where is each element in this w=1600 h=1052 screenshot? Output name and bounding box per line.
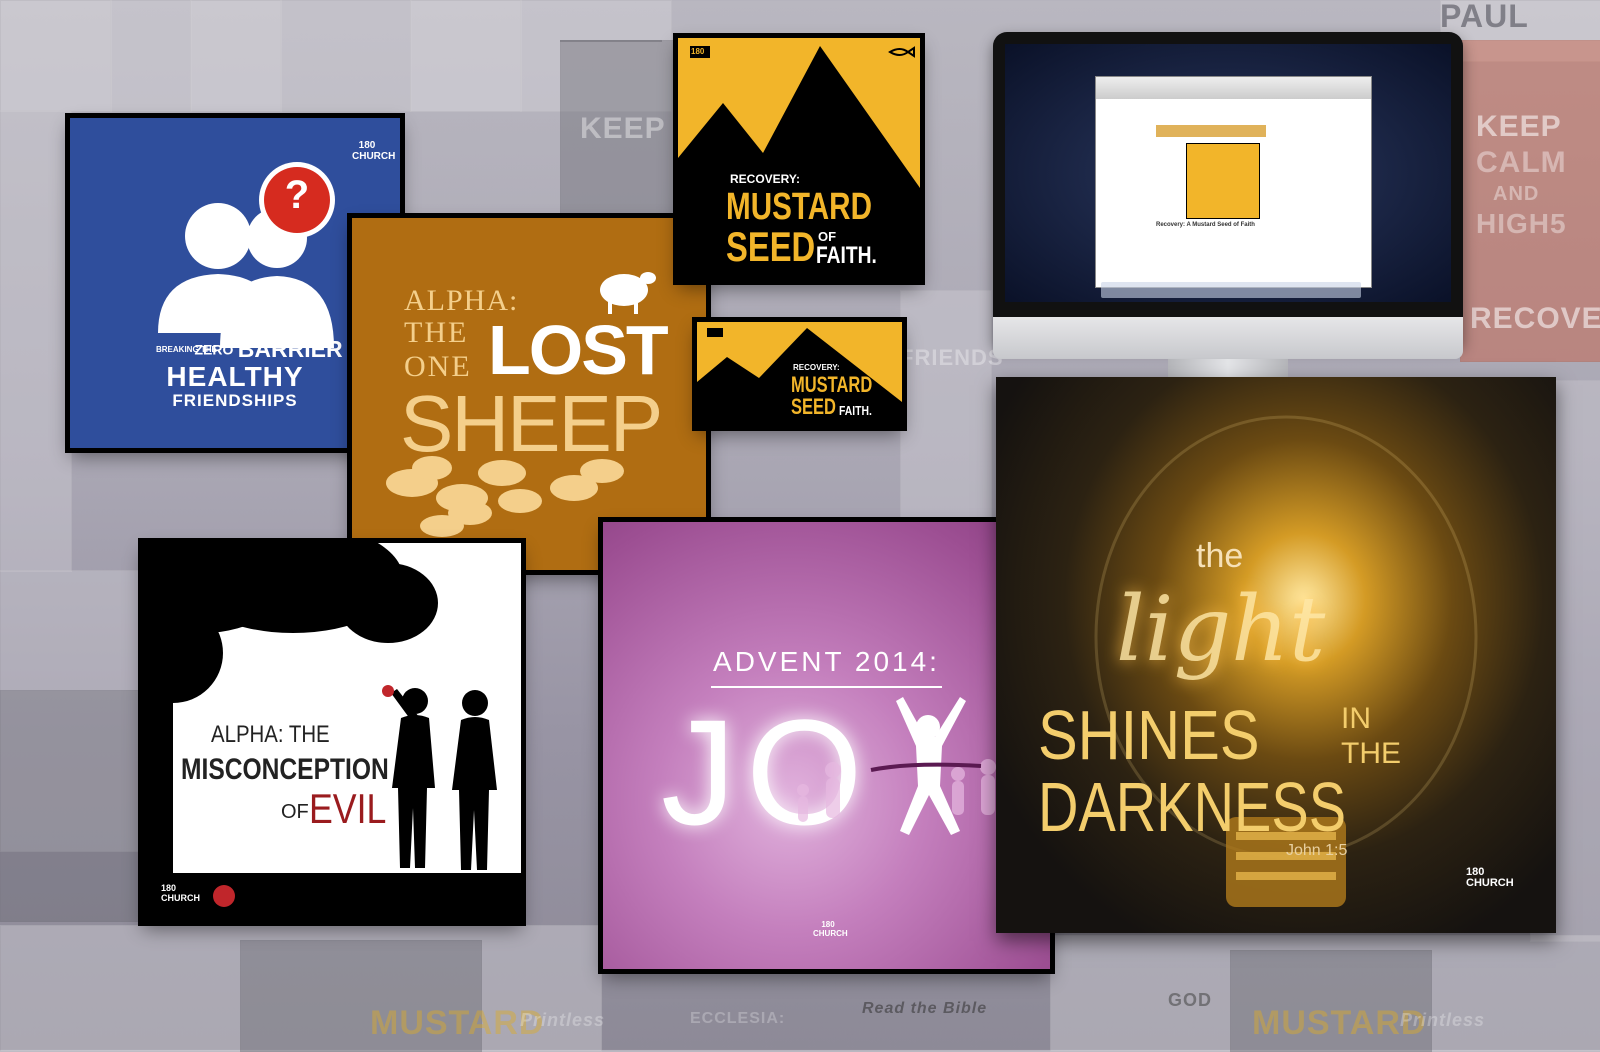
browser-toolbar — [1096, 77, 1371, 99]
question-badge: ? — [284, 173, 310, 217]
alpha-logo — [213, 885, 235, 907]
evil-word: EVIL — [309, 785, 387, 832]
mustard-badge: 180 — [691, 47, 705, 56]
evil-alpha: ALPHA: THE — [211, 721, 330, 748]
light-script: light — [1116, 577, 1326, 682]
breaking-the: BREAKING THE — [156, 344, 217, 354]
light-shines-card[interactable]: the light SHINES IN THE DARKNESS John 1:… — [996, 377, 1556, 933]
light-darkness: DARKNESS — [1038, 768, 1347, 846]
bg-text-printless-1: Printless — [520, 1010, 606, 1030]
bg-text-and: AND — [1493, 183, 1540, 205]
joy-logo: 180 CHURCH — [813, 920, 848, 938]
bg-text-keep: KEEP — [1476, 110, 1562, 143]
bg-text-read-bible: Read the Bible — [862, 1000, 988, 1017]
advent-joy-card[interactable]: ADVENT 2014: JO 180 CHURCH — [603, 522, 1050, 969]
evil-of: OF — [281, 801, 309, 823]
bg-text-friends: FRIENDS — [900, 345, 1004, 370]
barrier-word: BARRIER — [237, 336, 343, 362]
email-banner — [1156, 125, 1266, 137]
light-the: the — [1196, 537, 1244, 575]
email-thumbnail — [1186, 143, 1260, 219]
browser-window: Recovery: A Mustard Seed of Faith — [1095, 76, 1372, 288]
seed-small-word: SEED — [791, 394, 836, 419]
zero-word: ZERO — [194, 341, 234, 358]
monitor-icon: Recovery: A Mustard Seed of Faith — [993, 32, 1463, 422]
bg-text-recove: RECOVE — [1470, 302, 1600, 335]
mustard-small-word: MUSTARD — [791, 372, 873, 397]
evil-misconception: MISCONCEPTION — [181, 753, 389, 786]
friendships-title: FRIENDSHIPS — [172, 391, 298, 410]
bg-text-ecclesia: ECCLESIA: — [690, 1010, 786, 1027]
tree-silhouette-icon — [143, 543, 521, 921]
bg-text-keep-2: KEEP — [580, 112, 666, 145]
faith-word: FAITH. — [816, 242, 877, 269]
light-in: IN — [1341, 702, 1371, 735]
light-the-2: THE — [1341, 737, 1401, 770]
mustard-seed-card-small[interactable]: RECOVERY: MUSTARD SEED FAITH. — [697, 322, 902, 426]
faith-small-word: FAITH. — [839, 403, 872, 418]
dock — [1101, 282, 1361, 298]
healthy-friendships-card[interactable]: 180 CHURCH ? BREAKING THE ZERO BARRIER H… — [70, 118, 400, 448]
healthy-title: HEALTHY — [166, 361, 304, 392]
misconception-of-evil-card[interactable]: ALPHA: THE MISCONCEPTION OF EVIL 180 CHU… — [143, 543, 521, 921]
bg-text-printless-2: Printless — [1400, 1010, 1486, 1030]
light-shines: SHINES — [1038, 696, 1260, 774]
light-logo: 180 CHURCH — [1466, 866, 1514, 889]
mustard-word: MUSTARD — [726, 186, 872, 228]
bg-text-mustard-1: MUSTARD — [370, 1004, 545, 1042]
runner-icon — [797, 697, 996, 835]
seed-word: SEED — [726, 223, 816, 270]
lost-sheep-card[interactable]: ALPHA: THE ONE LOST SHEEP — [352, 218, 706, 570]
mustard-seed-card-large[interactable]: 180 RECOVERY: MUSTARD SEED OF FAITH. — [678, 38, 920, 280]
bg-text-god: GOD — [1168, 990, 1213, 1010]
sheep-icon — [386, 272, 656, 537]
light-ref: John 1:5 — [1286, 842, 1348, 859]
breaking-line: BREAKING THE ZERO BARRIER — [156, 336, 343, 363]
bg-text-calm: CALM — [1476, 146, 1567, 179]
imac-screen: Recovery: A Mustard Seed of Faith — [1005, 44, 1451, 302]
mustard-recovery-label: RECOVERY: — [730, 172, 801, 186]
email-title: Recovery: A Mustard Seed of Faith — [1156, 222, 1255, 228]
bg-text-high5: HIGH5 — [1476, 208, 1567, 239]
bg-text-paul: PAUL — [1440, 0, 1529, 34]
evil-logo: 180 CHURCH — [161, 883, 200, 903]
mustard-small-label: RECOVERY: — [793, 363, 840, 372]
imac-chin — [993, 317, 1463, 359]
